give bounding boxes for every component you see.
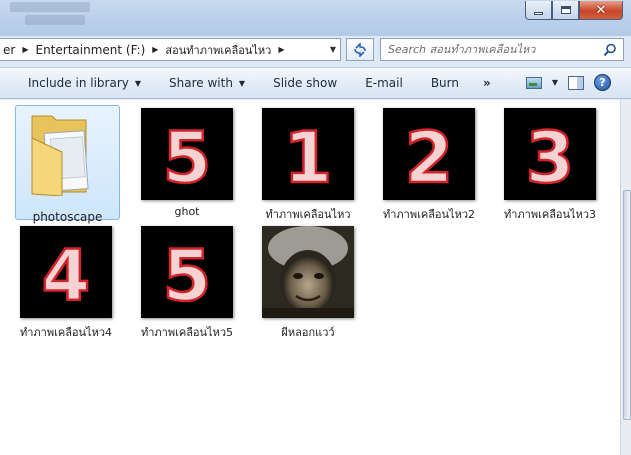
background-window-remnant bbox=[0, 0, 300, 34]
close-button[interactable]: ✕ bbox=[579, 1, 623, 20]
breadcrumb-separator-icon[interactable]: ▶ bbox=[18, 45, 32, 54]
help-icon[interactable]: ? bbox=[594, 74, 611, 91]
search-box[interactable] bbox=[380, 38, 624, 61]
refresh-icon bbox=[354, 42, 366, 57]
view-controls: ▼ ? bbox=[525, 74, 611, 91]
maximize-button[interactable] bbox=[552, 1, 579, 20]
breadcrumb-computer[interactable]: er bbox=[0, 43, 18, 57]
digit-glyph: 5 bbox=[163, 117, 212, 199]
breadcrumb-folder[interactable]: สอนทำภาพเคลือนไหว bbox=[162, 41, 274, 59]
address-dropdown-icon[interactable]: ▼ bbox=[330, 45, 336, 54]
digit-glyph: 5 bbox=[163, 235, 212, 317]
window-controls: ✕ bbox=[525, 1, 623, 20]
search-icon[interactable] bbox=[603, 43, 617, 57]
close-icon: ✕ bbox=[595, 2, 607, 18]
slide-show-label: Slide show bbox=[273, 76, 338, 90]
ghost-face-image bbox=[262, 226, 354, 318]
maximize-icon bbox=[560, 6, 571, 14]
file-name: ผีหลอกแวว์ bbox=[281, 326, 335, 339]
vertical-scrollbar[interactable] bbox=[620, 100, 631, 455]
more-commands-button[interactable]: » bbox=[473, 76, 501, 90]
email-label: E-mail bbox=[365, 76, 403, 90]
image-thumbnail: 5 bbox=[141, 226, 233, 318]
share-with-label: Share with bbox=[169, 76, 233, 90]
image-thumbnail: 1 bbox=[262, 108, 354, 200]
image-item[interactable]: 2 ทำภาพเคลือนไหว2 bbox=[371, 101, 487, 221]
file-name: ghot bbox=[174, 205, 200, 218]
scrollbar-thumb[interactable] bbox=[623, 190, 631, 420]
breadcrumb-separator-icon[interactable]: ▶ bbox=[274, 45, 288, 54]
digit-glyph: 1 bbox=[284, 117, 333, 199]
include-in-library-label: Include in library bbox=[28, 76, 129, 90]
file-name: ทำภาพเคลือนไหว4 bbox=[19, 326, 113, 339]
chevron-down-icon[interactable]: ▼ bbox=[552, 78, 558, 87]
image-thumbnail: 5 bbox=[141, 108, 233, 200]
ghost-photo-thumbnail bbox=[262, 226, 354, 318]
image-item[interactable]: 5 ทำภาพเคลือนไหว5 bbox=[129, 219, 245, 339]
breadcrumb-drive[interactable]: Entertainment (F:) bbox=[32, 43, 148, 57]
digit-glyph: 3 bbox=[526, 117, 575, 199]
image-item[interactable]: 3 ทำภาพเคลือนไหว3 bbox=[492, 101, 608, 221]
burn-label: Burn bbox=[430, 76, 459, 90]
chevron-down-icon: ▼ bbox=[238, 78, 246, 88]
folder-icon bbox=[31, 115, 89, 196]
image-item[interactable]: 5 ghot bbox=[129, 101, 245, 218]
image-thumbnail: 4 bbox=[20, 226, 112, 318]
refresh-button[interactable] bbox=[346, 38, 374, 61]
share-with-button[interactable]: Share with ▼ bbox=[155, 76, 259, 90]
file-name: ทำภาพเคลือนไหว5 bbox=[140, 326, 234, 339]
file-view[interactable]: photoscape 5 ghot 1 ทำภาพเคลือนไหว 2 ทำภ… bbox=[0, 100, 620, 455]
minimize-icon bbox=[534, 11, 543, 15]
digit-glyph: 2 bbox=[405, 117, 454, 199]
preview-pane-icon[interactable] bbox=[568, 75, 584, 90]
search-input[interactable] bbox=[388, 43, 593, 56]
image-thumbnail: 3 bbox=[504, 108, 596, 200]
image-item[interactable]: 1 ทำภาพเคลือนไหว bbox=[250, 101, 366, 221]
window-titlebar[interactable]: ✕ bbox=[0, 0, 631, 36]
folder-item[interactable]: photoscape bbox=[15, 105, 120, 224]
image-thumbnail: 2 bbox=[383, 108, 475, 200]
address-bar[interactable]: er ▶ Entertainment (F:) ▶ สอนทำภาพเคลือน… bbox=[0, 38, 341, 61]
file-name: ทำภาพเคลือนไหว2 bbox=[382, 208, 476, 221]
file-name: ทำภาพเคลือนไหว3 bbox=[503, 208, 597, 221]
burn-button[interactable]: Burn bbox=[417, 76, 473, 90]
image-item[interactable]: 4 ทำภาพเคลือนไหว4 bbox=[8, 219, 124, 339]
command-bar: Include in library ▼ Share with ▼ Slide … bbox=[0, 67, 631, 99]
email-button[interactable]: E-mail bbox=[351, 76, 417, 90]
digit-glyph: 4 bbox=[42, 235, 91, 317]
minimize-button[interactable] bbox=[525, 1, 552, 20]
image-item[interactable]: ผีหลอกแวว์ bbox=[250, 219, 366, 339]
address-row: er ▶ Entertainment (F:) ▶ สอนทำภาพเคลือน… bbox=[0, 36, 631, 64]
include-in-library-button[interactable]: Include in library ▼ bbox=[0, 76, 155, 90]
chevron-down-icon: ▼ bbox=[134, 78, 142, 88]
slide-show-button[interactable]: Slide show bbox=[259, 76, 351, 90]
change-view-icon[interactable] bbox=[525, 76, 542, 89]
breadcrumb-separator-icon[interactable]: ▶ bbox=[148, 45, 162, 54]
